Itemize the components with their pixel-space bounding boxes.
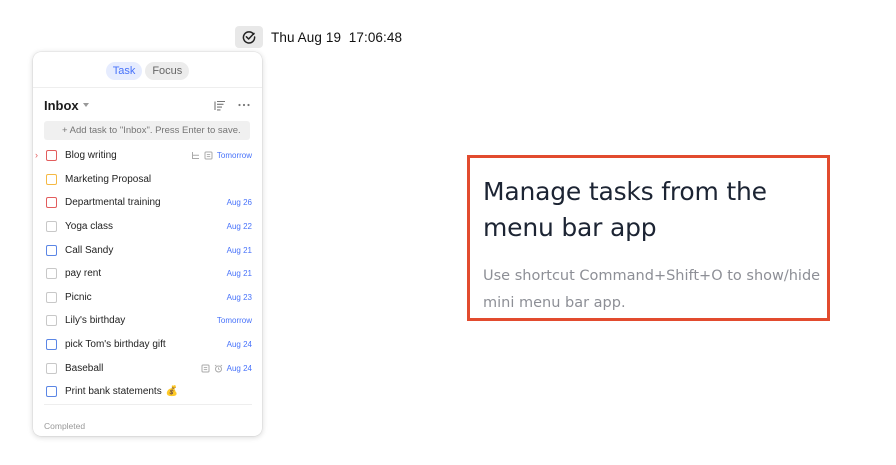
task-due-date[interactable]: Aug 21 <box>227 246 252 255</box>
task-row[interactable]: › Blog writing Tomorrow <box>35 144 252 168</box>
task-meta: Aug 22 <box>227 222 252 231</box>
task-row[interactable]: Baseball Aug 24 <box>46 356 252 380</box>
callout-body: Use shortcut Command+Shift+O to show/hid… <box>483 268 821 311</box>
task-due-date[interactable]: Aug 21 <box>227 269 252 278</box>
task-title[interactable]: Blog writing <box>65 150 191 161</box>
task-row[interactable]: Lily's birthday Tomorrow <box>46 309 252 333</box>
task-checkbox[interactable] <box>46 386 57 398</box>
task-meta: Aug 26 <box>227 198 252 207</box>
task-meta: Tomorrow <box>191 151 252 160</box>
task-checkbox[interactable] <box>46 291 57 303</box>
task-title[interactable]: Baseball <box>65 363 201 374</box>
task-due-date[interactable]: Aug 22 <box>227 222 252 231</box>
subtask-icon <box>191 151 200 160</box>
task-title[interactable]: Yoga class <box>65 221 227 232</box>
chevron-down-icon[interactable] <box>82 103 89 107</box>
task-checkbox[interactable] <box>46 315 57 327</box>
feature-callout: Manage tasks from the menu bar app Use s… <box>467 155 830 321</box>
task-row[interactable]: Marketing Proposal <box>46 168 252 192</box>
note-icon <box>201 364 210 373</box>
menubar-clock: Thu Aug 19 17:06:48 <box>271 29 403 45</box>
task-due-date[interactable]: Aug 23 <box>227 293 252 302</box>
divider <box>33 87 262 88</box>
task-title[interactable]: Print bank statements <box>65 386 162 397</box>
divider <box>44 404 252 405</box>
task-title[interactable]: pick Tom's birthday gift <box>65 339 227 350</box>
task-title[interactable]: Marketing Proposal <box>65 174 252 185</box>
task-checkbox[interactable] <box>46 339 57 351</box>
task-checkbox[interactable] <box>46 150 57 162</box>
callout-heading: Manage tasks from the menu bar app <box>483 177 767 242</box>
task-title[interactable]: pay rent <box>65 268 227 279</box>
task-checkbox[interactable] <box>46 197 57 209</box>
task-title[interactable]: Picnic <box>65 292 227 303</box>
tab-task[interactable]: Task <box>105 62 143 80</box>
list-header: Inbox <box>44 96 252 114</box>
checkmark-circle-icon[interactable] <box>235 26 263 48</box>
task-meta: Aug 21 <box>227 246 252 255</box>
task-title[interactable]: Call Sandy <box>65 245 227 256</box>
task-checkbox[interactable] <box>46 362 57 374</box>
task-due-date[interactable]: Aug 24 <box>227 364 252 373</box>
task-row[interactable]: pay rent Aug 21 <box>46 262 252 286</box>
task-checkbox[interactable] <box>46 221 57 233</box>
task-checkbox[interactable] <box>46 244 57 256</box>
task-checkbox[interactable] <box>46 173 57 185</box>
task-checkbox[interactable] <box>46 268 57 280</box>
completed-section-label[interactable]: Completed <box>44 421 85 431</box>
task-title[interactable]: Departmental training <box>65 197 227 208</box>
sort-icon[interactable] <box>212 97 228 113</box>
task-meta: Aug 21 <box>227 269 252 278</box>
task-row[interactable]: Print bank statements 💰 <box>46 380 252 404</box>
tab-focus[interactable]: Focus <box>145 62 190 80</box>
task-row[interactable]: Call Sandy Aug 21 <box>46 238 252 262</box>
task-meta: Tomorrow <box>217 316 252 325</box>
task-row[interactable]: Departmental training Aug 26 <box>46 191 252 215</box>
alarm-icon <box>214 364 223 373</box>
chevron-right-icon[interactable]: › <box>35 150 38 160</box>
task-row[interactable]: Picnic Aug 23 <box>46 286 252 310</box>
task-due-date[interactable]: Aug 24 <box>227 340 252 349</box>
list-title[interactable]: Inbox <box>44 98 79 113</box>
task-meta: Aug 24 <box>227 340 252 349</box>
task-due-date[interactable]: Tomorrow <box>217 151 252 160</box>
money-bag-emoji: 💰 <box>165 386 179 398</box>
more-options-icon[interactable] <box>236 97 252 113</box>
note-icon <box>204 151 213 160</box>
task-due-date[interactable]: Aug 26 <box>227 198 252 207</box>
task-row[interactable]: Yoga class Aug 22 <box>46 215 252 239</box>
menu-bar: Thu Aug 19 17:06:48 <box>235 26 402 48</box>
task-due-date[interactable]: Tomorrow <box>217 316 252 325</box>
task-meta: Aug 23 <box>227 293 252 302</box>
mode-switch: Task Focus <box>33 62 262 80</box>
add-task-input[interactable] <box>44 121 250 140</box>
task-meta: Aug 24 <box>201 364 252 373</box>
task-list: › Blog writing Tomorrow Marketing Proposal D… <box>33 144 262 404</box>
menubar-popup: Task Focus Inbox › Blog writing Tomorrow Ma… <box>33 52 262 436</box>
task-title[interactable]: Lily's birthday <box>65 315 217 326</box>
task-row[interactable]: pick Tom's birthday gift Aug 24 <box>46 333 252 357</box>
